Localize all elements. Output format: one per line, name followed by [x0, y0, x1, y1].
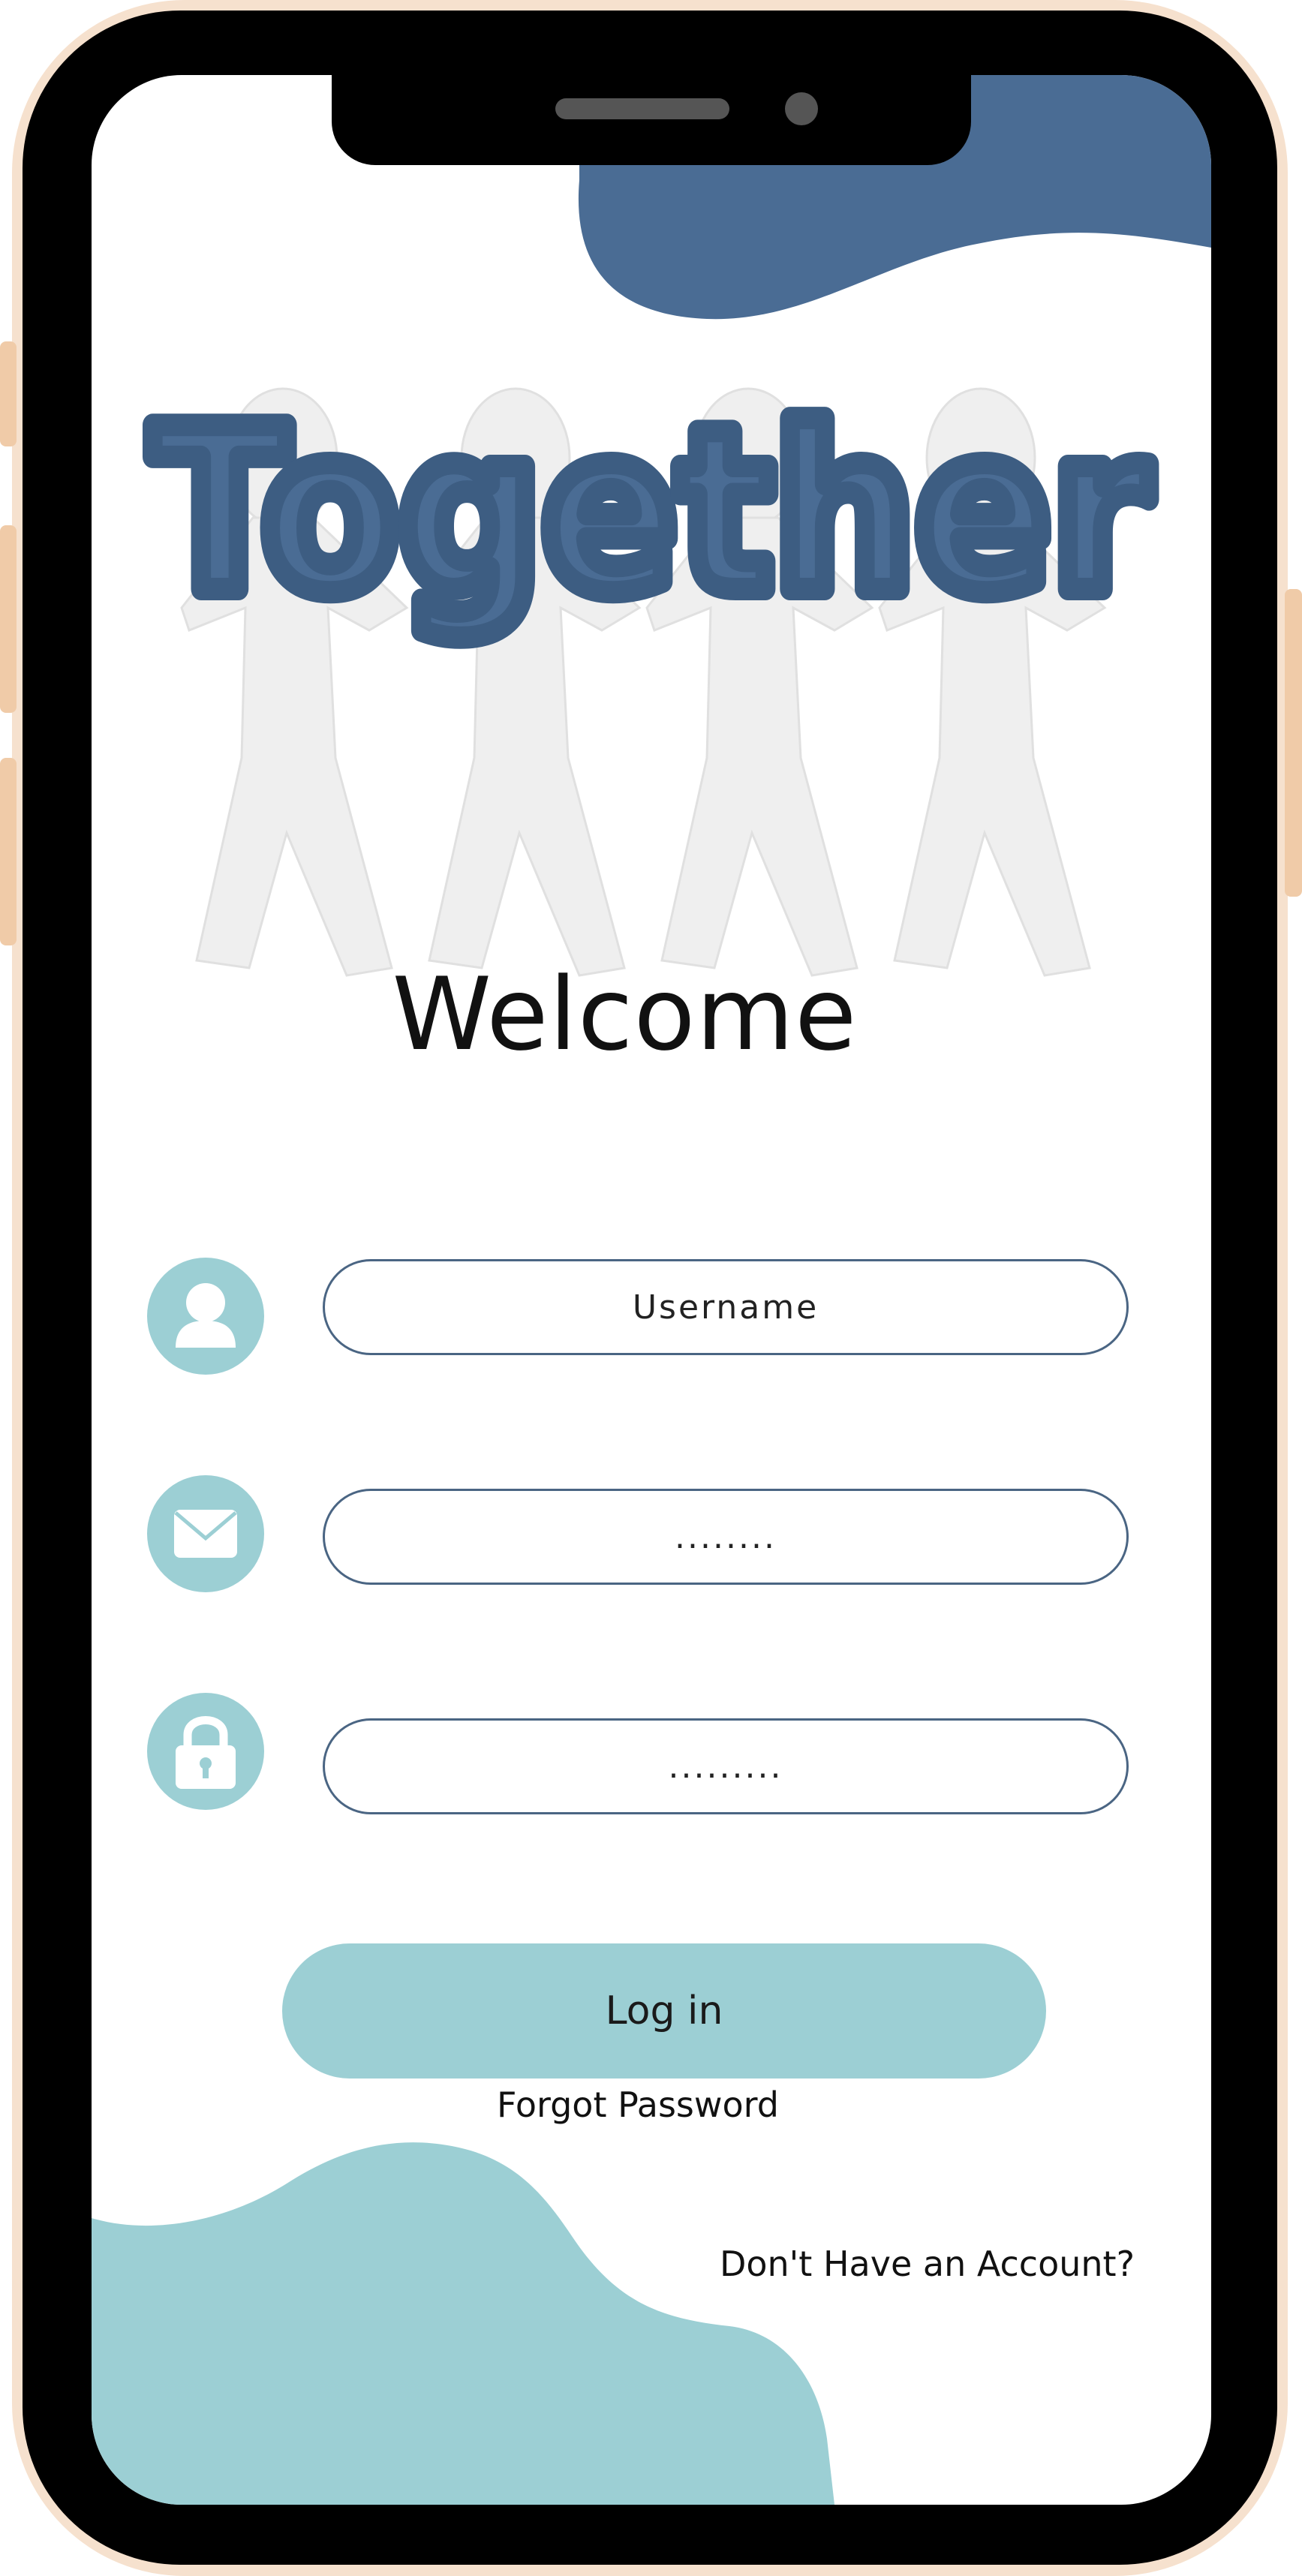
front-camera [785, 92, 818, 125]
volume-up-button [0, 525, 17, 713]
login-button[interactable]: Log in [282, 1943, 1046, 2079]
speaker-grille [555, 98, 729, 119]
app-logo: Together [140, 405, 1162, 654]
user-icon [147, 1258, 264, 1375]
lock-icon [147, 1693, 264, 1810]
silent-switch [0, 341, 17, 446]
power-button [1285, 589, 1302, 897]
username-input[interactable]: Username [323, 1259, 1129, 1355]
forgot-password-link[interactable]: Forgot Password [420, 2085, 855, 2125]
signup-link[interactable]: Don't Have an Account? [675, 2244, 1135, 2284]
email-field[interactable]: ........ [323, 1489, 1129, 1585]
logo-text: Together [152, 405, 1151, 642]
volume-down-button [0, 758, 17, 945]
password-field[interactable]: ......... [323, 1718, 1129, 1814]
mail-icon [147, 1475, 264, 1592]
bottom-blob [92, 2142, 834, 2505]
page-title: Welcome [392, 956, 858, 1073]
